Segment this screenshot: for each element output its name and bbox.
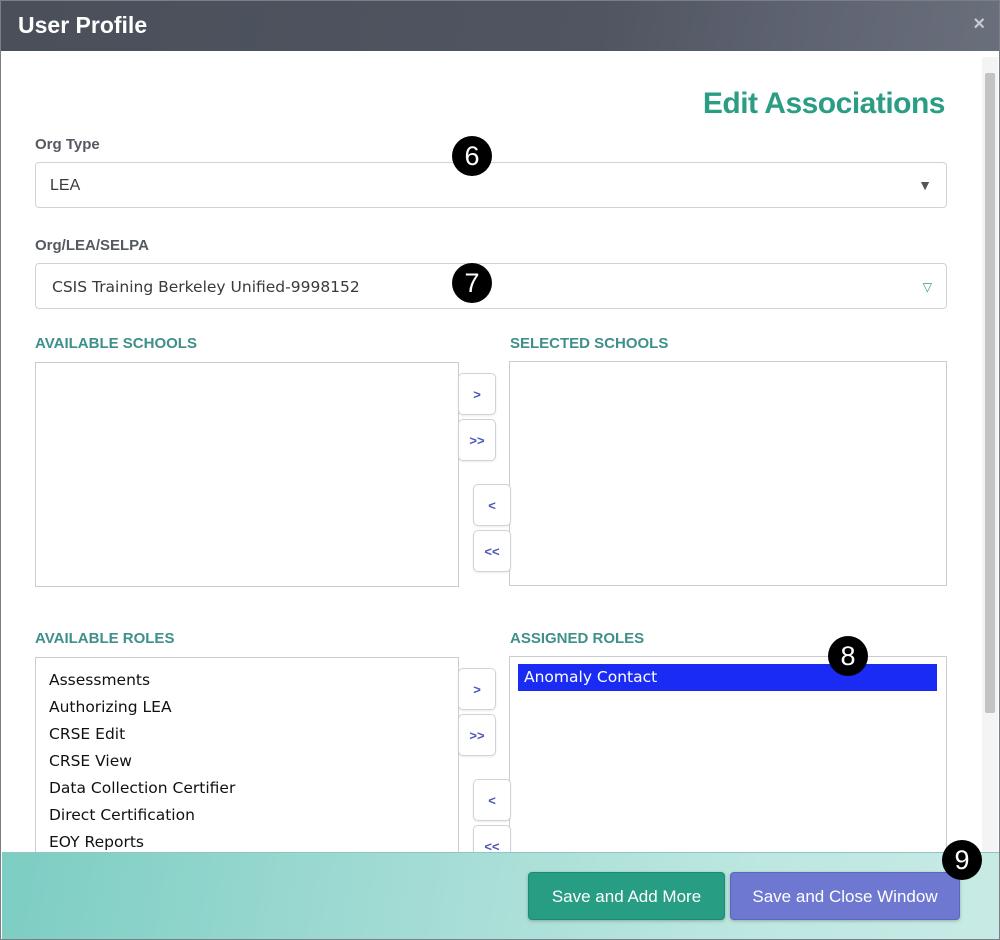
title-bar: User Profile × [1,1,999,51]
remove-all-schools-button[interactable]: << [473,530,511,572]
org-label: Org/LEA/SELPA [35,237,149,254]
add-role-button[interactable]: > [458,668,496,710]
available-schools-label: AVAILABLE SCHOOLS [35,335,197,352]
org-type-select[interactable]: LEA ▼ [35,162,947,208]
list-item[interactable]: Authorizing LEA [36,694,458,721]
callout-badge-8: 8 [828,636,868,676]
callout-badge-6: 6 [452,136,492,176]
list-item[interactable]: Direct Certification [36,802,458,829]
scrollbar-thumb[interactable] [985,73,995,713]
callout-badge-7: 7 [452,263,492,303]
save-and-close-button[interactable]: Save and Close Window [730,872,960,920]
org-value: CSIS Training Berkeley Unified-9998152 [52,278,360,296]
org-type-value: LEA [50,177,81,194]
org-type-label: Org Type [35,136,100,153]
page-title: Edit Associations [702,87,946,120]
list-item[interactable]: CRSE Edit [36,721,458,748]
available-roles-list[interactable]: Assessments Authorizing LEA CRSE Edit CR… [35,657,459,867]
add-all-roles-button[interactable]: >> [458,714,496,756]
remove-role-button[interactable]: < [473,779,511,821]
add-all-schools-button[interactable]: >> [458,419,496,461]
available-roles-label: AVAILABLE ROLES [35,630,175,647]
list-item[interactable]: CRSE View [36,748,458,775]
window-title: User Profile [18,12,148,38]
remove-school-button[interactable]: < [473,484,511,526]
chevron-down-icon: ▼ [918,177,932,193]
list-item[interactable]: Assessments [36,667,458,694]
add-school-button[interactable]: > [458,373,496,415]
selected-schools-list[interactable] [509,361,947,586]
selected-schools-label: SELECTED SCHOOLS [510,335,669,352]
available-schools-list[interactable] [35,362,459,587]
footer-bar: Save and Add More Save and Close Window [2,852,999,939]
save-and-add-more-button[interactable]: Save and Add More [528,872,725,920]
user-profile-window: User Profile × Edit Associations Org Typ… [0,0,1000,940]
chevron-down-icon: ▽ [922,280,932,294]
callout-badge-9: 9 [942,840,982,880]
close-icon[interactable]: × [973,13,985,36]
assigned-roles-label: ASSIGNED ROLES [510,630,645,647]
list-item[interactable]: Anomaly Contact [518,664,937,691]
assigned-roles-list[interactable]: Anomaly Contact [509,656,947,866]
list-item[interactable]: Data Collection Certifier [36,775,458,802]
